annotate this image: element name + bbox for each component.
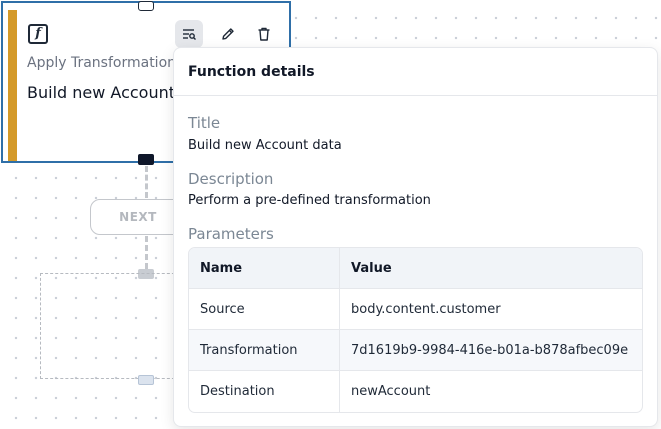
details-button[interactable]: [175, 20, 203, 48]
parameters-table: Name Value Source body.content.customer …: [188, 247, 643, 413]
branch-end-handle[interactable]: [138, 375, 154, 385]
param-name: Destination: [189, 371, 340, 412]
description-label: Description: [188, 170, 274, 188]
edit-button[interactable]: [214, 20, 242, 48]
popover-header: Function details: [174, 48, 657, 96]
title-value: Build new Account data: [188, 138, 342, 153]
param-value: 7d1619b9-9984-416e-b01a-b878afbec09e: [351, 342, 629, 358]
function-details-popover: Function details Title Build new Account…: [173, 47, 658, 427]
connector-line-top: [145, 166, 148, 198]
branch-container: [40, 273, 180, 379]
connector-line-bottom: [145, 236, 148, 269]
pencil-icon: [222, 28, 234, 40]
parameters-label: Parameters: [188, 225, 274, 243]
node-input-handle[interactable]: [138, 1, 154, 11]
table-row: Destination newAccount: [189, 371, 642, 412]
table-row: Transformation 7d1619b9-9984-416e-b01a-b…: [189, 330, 642, 371]
function-icon: f: [28, 24, 48, 44]
table-row: Source body.content.customer: [189, 289, 642, 330]
trash-icon: [258, 27, 270, 41]
description-value: Perform a pre-defined transformation: [188, 193, 431, 208]
node-accent-bar: [8, 10, 17, 161]
param-value: newAccount: [351, 384, 431, 399]
delete-button[interactable]: [250, 20, 278, 48]
param-value: body.content.customer: [351, 301, 501, 317]
node-type-label: Apply Transformation: [27, 55, 177, 71]
column-header-name: Name: [189, 248, 340, 288]
details-list-icon: [183, 29, 196, 40]
node-title: Build new Account data: [27, 83, 177, 102]
param-name: Source: [189, 289, 340, 329]
param-name: Transformation: [189, 330, 340, 370]
next-button[interactable]: NEXT: [90, 199, 186, 235]
title-label: Title: [188, 114, 221, 132]
column-header-value: Value: [351, 260, 392, 276]
table-header-row: Name Value: [189, 248, 642, 289]
node-output-handle[interactable]: [138, 154, 154, 165]
